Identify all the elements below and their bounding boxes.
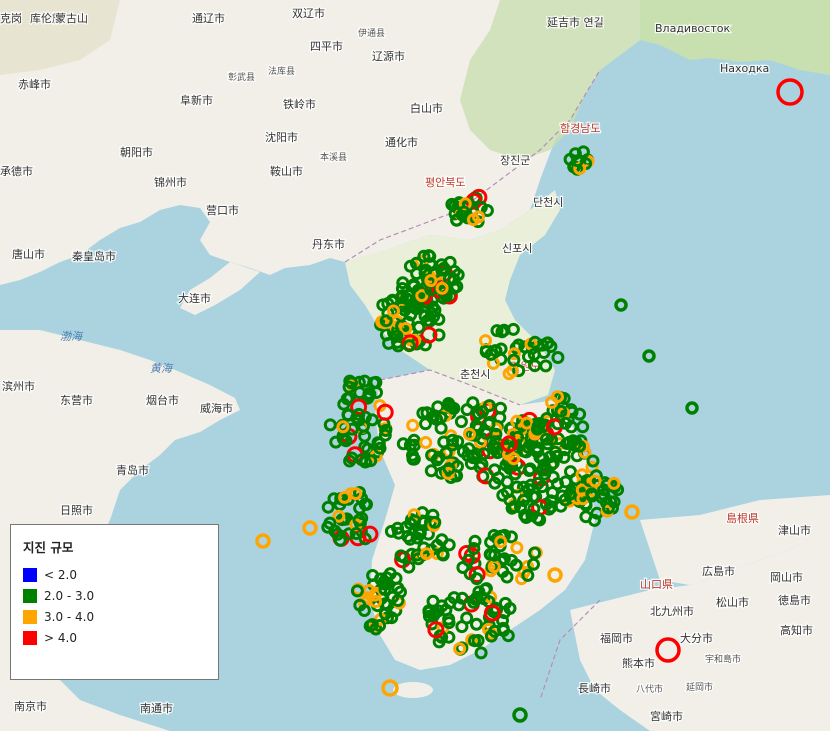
- legend-label: 3.0 - 4.0: [44, 609, 95, 624]
- place-label: 蒙古山: [55, 12, 88, 25]
- place-label: 通化市: [385, 135, 418, 149]
- place-label: 赤峰市: [18, 77, 51, 91]
- quake-marker[interactable]: [573, 407, 587, 421]
- magnitude-legend: 지진 규모 < 2.0 2.0 - 3.0 3.0 - 4.0 > 4.0: [10, 524, 219, 680]
- place-label: Владивосток: [655, 22, 730, 35]
- place-label: 渤海: [60, 330, 84, 343]
- quake-marker[interactable]: [302, 520, 318, 536]
- place-label: 日照市: [60, 503, 93, 517]
- place-label: 島根県: [726, 511, 759, 525]
- place-label: 松山市: [716, 595, 749, 609]
- place-label: 唐山市: [12, 247, 45, 261]
- legend-swatch: [23, 567, 37, 582]
- place-label: 평안북도: [425, 176, 465, 189]
- legend-swatch: [23, 630, 37, 645]
- place-label: 阜新市: [180, 93, 213, 107]
- place-label: 四平市: [310, 39, 343, 53]
- place-label: 丹东市: [312, 237, 345, 251]
- quake-marker[interactable]: [359, 497, 373, 511]
- quake-marker[interactable]: [551, 351, 565, 364]
- place-label: 熊本市: [622, 656, 655, 670]
- quake-marker[interactable]: [357, 604, 371, 617]
- place-label: 南京市: [14, 699, 47, 713]
- legend-item: > 4.0: [23, 627, 206, 648]
- place-label: 八代市: [636, 683, 663, 695]
- place-label: 南通市: [140, 701, 173, 715]
- place-label: 彰武县: [228, 71, 255, 83]
- place-label: 岡山市: [770, 570, 803, 584]
- quake-marker[interactable]: [323, 418, 337, 432]
- quake-marker[interactable]: [685, 401, 699, 415]
- quake-marker[interactable]: [624, 504, 640, 520]
- legend-item: 2.0 - 3.0: [23, 585, 206, 606]
- quake-marker[interactable]: [350, 584, 364, 598]
- quake-marker[interactable]: [474, 646, 488, 660]
- place-label: 延岡市: [686, 681, 713, 693]
- quake-marker[interactable]: [336, 420, 350, 434]
- place-label: 承德市: [0, 164, 33, 178]
- quake-marker[interactable]: [358, 429, 372, 443]
- place-label: 徳島市: [778, 593, 811, 607]
- quake-marker[interactable]: [568, 147, 582, 161]
- place-label: 高知市: [780, 623, 813, 637]
- place-label: 신포시: [502, 242, 532, 255]
- place-label: 锦州市: [154, 175, 187, 189]
- place-label: 通辽市: [192, 11, 225, 25]
- place-label: 단천시: [533, 195, 563, 209]
- place-label: 鞍山市: [270, 164, 303, 178]
- legend-title: 지진 규모: [23, 540, 74, 555]
- legend-label: < 2.0: [44, 567, 77, 582]
- place-label: 長崎市: [578, 681, 611, 695]
- legend-swatch: [23, 588, 37, 603]
- quake-marker[interactable]: [512, 707, 528, 723]
- place-label: 北九州市: [650, 604, 694, 618]
- legend-item: < 2.0: [23, 564, 206, 585]
- place-label: 青岛市: [116, 463, 149, 477]
- quake-marker[interactable]: [365, 413, 379, 427]
- place-label: 营口市: [206, 203, 239, 217]
- place-label: 広島市: [702, 564, 735, 578]
- place-label: 춘천시: [460, 367, 490, 381]
- place-label: 延吉市 연길: [547, 15, 604, 29]
- place-label: 宇和島市: [705, 653, 741, 665]
- place-label: 白山市: [410, 101, 443, 115]
- place-label: 本溪县: [320, 151, 347, 163]
- place-label: 铁岭市: [283, 97, 316, 111]
- place-label: 함경남도: [560, 122, 600, 135]
- place-label: 东营市: [60, 393, 93, 407]
- place-label: 沈阳市: [265, 130, 298, 144]
- place-label: 滨州市: [2, 379, 35, 393]
- quake-marker[interactable]: [576, 420, 590, 434]
- place-label: 朝阳市: [120, 145, 153, 159]
- place-label: 津山市: [778, 523, 811, 537]
- legend-swatch: [23, 609, 37, 624]
- place-label: 威海市: [200, 401, 233, 415]
- quake-marker[interactable]: [642, 349, 656, 363]
- quake-marker[interactable]: [255, 533, 271, 549]
- place-label: 辽源市: [372, 49, 405, 63]
- place-label: 烟台市: [146, 393, 179, 407]
- place-label: 秦皇岛市: [72, 249, 116, 263]
- place-label: 大连市: [178, 291, 211, 305]
- place-label: 福岡市: [600, 631, 633, 645]
- legend-label: > 4.0: [44, 630, 77, 645]
- place-label: 黄海: [150, 362, 174, 375]
- place-label: 山口県: [640, 578, 673, 591]
- place-label: 双辽市: [292, 6, 325, 20]
- quake-marker[interactable]: [341, 408, 355, 422]
- place-label: 大分市: [680, 631, 713, 645]
- place-label: 克岗: [0, 12, 22, 25]
- legend-item: 3.0 - 4.0: [23, 606, 206, 627]
- quake-marker[interactable]: [614, 298, 628, 312]
- place-label: Находка: [720, 62, 769, 75]
- legend-label: 2.0 - 3.0: [44, 588, 95, 603]
- quake-marker[interactable]: [776, 78, 804, 106]
- place-label: 伊通县: [358, 27, 385, 39]
- place-label: 法库县: [268, 65, 295, 77]
- place-label: 장진군: [500, 154, 530, 167]
- place-label: 宮崎市: [650, 709, 683, 723]
- quake-marker[interactable]: [333, 533, 347, 547]
